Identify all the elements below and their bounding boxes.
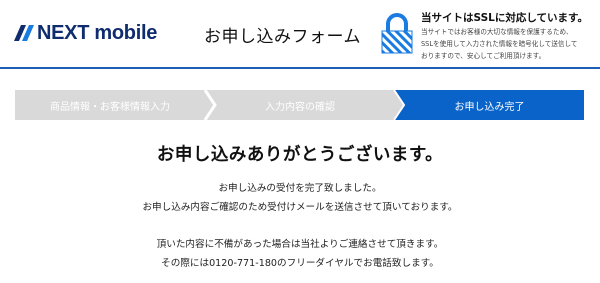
- step-chevron-icon: [393, 90, 406, 120]
- ssl-desc-line: SSLを使用して入力された情報を暗号化して送信して: [421, 40, 578, 48]
- ssl-desc-line: 当サイトではお客様の大切な情報を保護するため、: [421, 28, 573, 36]
- message-line: お申し込み内容ご確認のため受付けメールを送信させて頂いております。: [142, 202, 458, 213]
- step-label: お申し込み完了: [454, 101, 525, 113]
- logo-mark-icon: [14, 25, 34, 41]
- progress-steps: 商品情報・お客様情報入力 入力内容の確認 お申し込み完了: [15, 90, 584, 120]
- step-label: 商品情報・お客様情報入力: [50, 101, 170, 113]
- step-chevron-icon: [203, 90, 217, 120]
- step-confirm: 入力内容の確認: [205, 90, 395, 120]
- page-title: お申し込みフォーム: [204, 27, 361, 47]
- message-line: その際には0120-771-180のフリーダイヤルでお電話致します。: [161, 258, 439, 269]
- header: NEXT mobile お申し込みフォーム 当サイトはSSLに対応しています。 …: [0, 0, 600, 68]
- ssl-desc-line: おりますので、安心してご利用頂けます。: [421, 52, 546, 60]
- step-input: 商品情報・お客様情報入力: [15, 90, 205, 120]
- ssl-description: 当サイトではお客様の大切な情報を保護するため、 SSLを使用して入力された情報を…: [421, 26, 599, 62]
- header-divider: [0, 67, 600, 69]
- logo: NEXT mobile: [14, 22, 157, 44]
- logo-text: NEXT mobile: [37, 21, 158, 44]
- ssl-title: 当サイトはSSLに対応しています。: [421, 12, 588, 24]
- lock-icon: [380, 13, 414, 55]
- step-label: 入力内容の確認: [265, 101, 335, 113]
- message-line: 頂いた内容に不備があった場合は当社よりご連絡させて頂きます。: [156, 239, 444, 250]
- thanks-heading: お申し込みありがとうございます。: [156, 145, 444, 165]
- message-line: お申し込みの受付を完了致しました。: [218, 183, 382, 194]
- step-complete: お申し込み完了: [395, 90, 584, 120]
